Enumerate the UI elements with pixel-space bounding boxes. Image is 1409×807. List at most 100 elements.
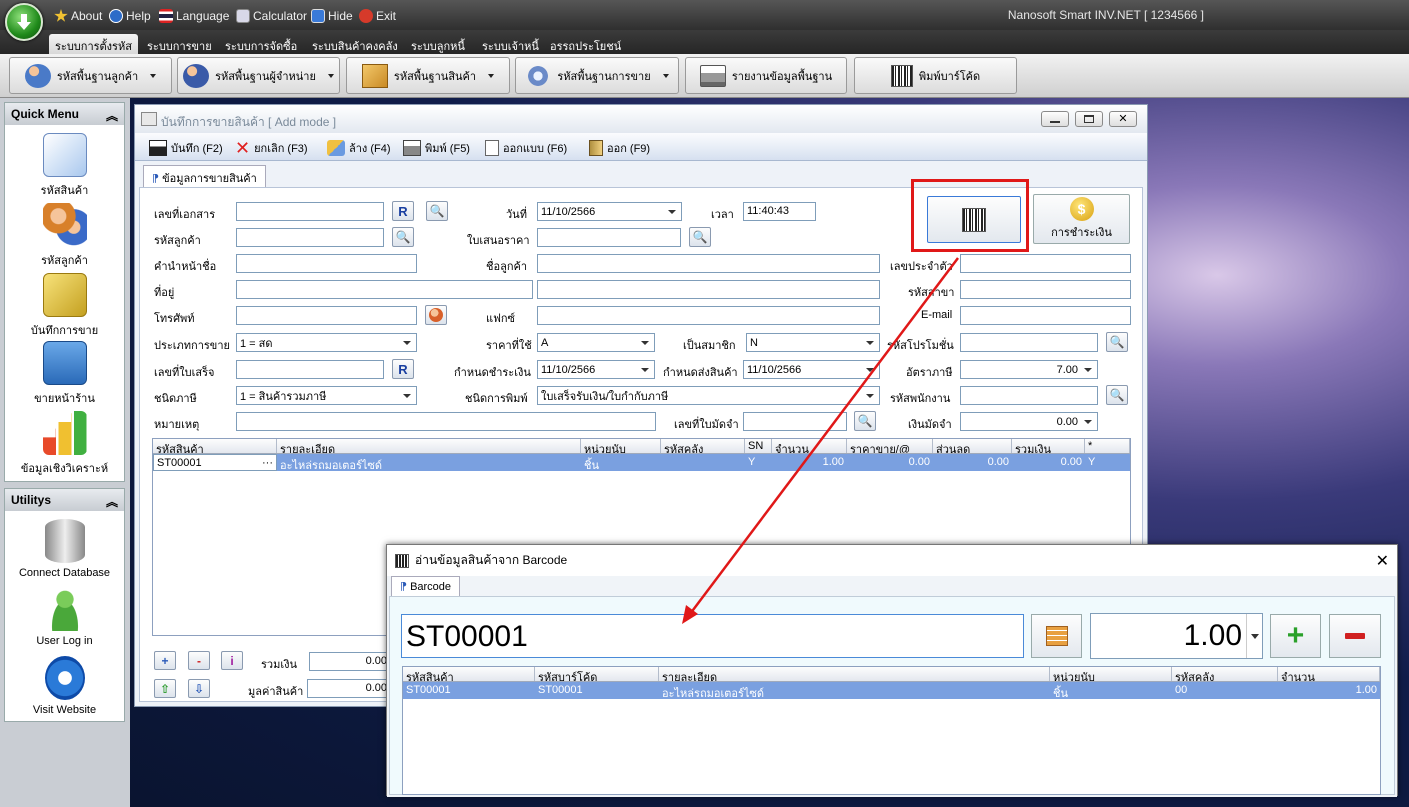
sidebar-item-customer-code[interactable]: รหัสลูกค้า <box>5 203 124 269</box>
grid-col-barcode[interactable]: รหัสบาร์โค้ด <box>535 667 659 681</box>
ribbon-supplier-codes[interactable]: รหัสพื้นฐานผู้จำหน่าย <box>177 57 340 94</box>
move-up-button[interactable]: ⇧ <box>154 679 176 698</box>
doc-no-search-button[interactable]: 🔍 <box>426 201 448 221</box>
help-button[interactable]: Help <box>109 7 151 25</box>
grid-col-product-code[interactable]: รหัสสินค้า <box>403 667 535 681</box>
branch-input[interactable] <box>960 280 1131 299</box>
minimize-button[interactable] <box>1041 111 1069 127</box>
utilities-header[interactable]: Utilitys ︽ <box>5 489 124 511</box>
tax-type-select[interactable]: 1 = สินค้ารวมภาษี <box>236 386 417 405</box>
menu-utilities[interactable]: อรรถประโยชน์ <box>544 34 627 54</box>
about-button[interactable]: About <box>54 7 102 25</box>
tax-id-input[interactable] <box>960 254 1131 273</box>
customer-name-input[interactable] <box>537 254 880 273</box>
menu-purchase[interactable]: ระบบการจัดซื้อ <box>219 34 303 54</box>
grid-col-product-code[interactable]: รหัสสินค้า <box>153 439 277 453</box>
address-input-1[interactable] <box>236 280 533 299</box>
member-select[interactable]: N <box>746 333 880 352</box>
grid-col-warehouse[interactable]: รหัสคลัง <box>1172 667 1278 681</box>
ribbon-product-codes[interactable]: รหัสพื้นฐานสินค้า <box>346 57 510 94</box>
date-picker[interactable]: 11/10/2566 <box>537 202 682 221</box>
deposit-no-input[interactable] <box>743 412 847 431</box>
deposit-search-button[interactable]: 🔍 <box>854 411 876 431</box>
sidebar-item-user-login[interactable]: User Log in <box>5 587 124 647</box>
note-input[interactable] <box>236 412 656 431</box>
qty-input[interactable]: 1.00 <box>1090 613 1263 659</box>
row-product-code-editor[interactable]: ST00001 ··· <box>153 454 277 471</box>
grid-col-qty[interactable]: จำนวน <box>1278 667 1380 681</box>
sidebar-item-connect-database[interactable]: Connect Database <box>5 519 124 579</box>
title-prefix-input[interactable] <box>236 254 417 273</box>
sidebar-item-sales-record[interactable]: บันทึกการขาย <box>5 273 124 339</box>
deposit-select[interactable]: 0.00 <box>960 412 1098 431</box>
barcode-input[interactable]: ST00001 <box>401 614 1024 658</box>
grid-col-unit[interactable]: หน่วยนับ <box>581 439 661 453</box>
clear-button[interactable]: ล้าง (F4) <box>327 139 391 157</box>
doc-no-r-button[interactable]: R <box>392 201 414 221</box>
time-input[interactable]: 11:40:43 <box>743 202 816 221</box>
exit-form-button[interactable]: ออก (F9) <box>589 139 650 157</box>
grid-col-star[interactable]: * <box>1085 439 1130 453</box>
print-type-select[interactable]: ใบเสร็จรับเงิน/ใบกำกับภาษี <box>537 386 880 405</box>
doc-no-input[interactable] <box>236 202 384 221</box>
payment-button[interactable]: $ การชำระเงิน <box>1033 194 1130 244</box>
grid-col-unit[interactable]: หน่วยนับ <box>1050 667 1172 681</box>
grid-col-discount[interactable]: ส่วนลด <box>933 439 1012 453</box>
language-button[interactable]: Language <box>159 7 229 25</box>
remove-row-button[interactable]: - <box>188 651 210 670</box>
menu-payable[interactable]: ระบบเจ้าหนี้ <box>476 34 545 54</box>
quotation-search-button[interactable]: 🔍 <box>689 227 711 247</box>
move-down-button[interactable]: ⇩ <box>188 679 210 698</box>
customer-search-button[interactable]: 🔍 <box>392 227 414 247</box>
price-used-select[interactable]: A <box>537 333 655 352</box>
maximize-button[interactable] <box>1075 111 1103 127</box>
hide-button[interactable]: Hide <box>311 7 353 25</box>
calculator-button[interactable]: Calculator <box>236 7 307 25</box>
chevron-down-icon[interactable] <box>1246 614 1262 658</box>
sidebar-item-analytics[interactable]: ข้อมูลเชิงวิเคราะห์ <box>5 411 124 477</box>
receipt-no-input[interactable] <box>236 360 384 379</box>
ribbon-sales-codes[interactable]: รหัสพื้นฐานการขาย <box>515 57 679 94</box>
grid-col-qty[interactable]: จำนวน <box>772 439 847 453</box>
qty-plus-button[interactable]: + <box>1270 614 1321 658</box>
promo-search-button[interactable]: 🔍 <box>1106 332 1128 352</box>
grid-col-total[interactable]: รวมเงิน <box>1012 439 1085 453</box>
app-menu-button[interactable] <box>5 3 43 41</box>
ribbon-basic-report[interactable]: รายงานข้อมูลพื้นฐาน <box>685 57 847 94</box>
table-row[interactable]: ST00001 ··· อะไหล่รถมอเตอร์ไซด์ ชิ้น Y 1.… <box>153 454 1130 471</box>
add-row-button[interactable]: + <box>154 651 176 670</box>
phone-input[interactable] <box>236 306 417 325</box>
grid-col-description[interactable]: รายละเอียด <box>659 667 1050 681</box>
menu-receivable[interactable]: ระบบลูกหนี้ <box>405 34 471 54</box>
ribbon-print-barcode[interactable]: พิมพ์บาร์โค้ด <box>854 57 1017 94</box>
print-button[interactable]: พิมพ์ (F5) <box>403 139 470 157</box>
close-button[interactable]: ✕ <box>1109 111 1137 127</box>
sidebar-item-product-code[interactable]: รหัสสินค้า <box>5 133 124 199</box>
save-button[interactable]: บันทึก (F2) <box>149 139 223 157</box>
sidebar-item-visit-website[interactable]: Visit Website <box>5 656 124 716</box>
address-input-2[interactable] <box>537 280 880 299</box>
promo-input[interactable] <box>960 333 1098 352</box>
cancel-button[interactable]: ✕ ยกเลิก (F3) <box>235 139 308 157</box>
fax-input[interactable] <box>537 306 880 325</box>
customer-code-input[interactable] <box>236 228 384 247</box>
close-icon[interactable]: ✕ <box>1376 551 1389 571</box>
exit-button[interactable]: Exit <box>359 7 396 25</box>
clear-grid-button[interactable] <box>1031 614 1082 658</box>
menu-code-system[interactable]: ระบบการตั้งรหัส <box>49 34 138 54</box>
employee-search-button[interactable]: 🔍 <box>1106 385 1128 405</box>
quick-menu-header[interactable]: Quick Menu ︽ <box>5 103 124 125</box>
table-row[interactable]: ST00001 ST00001 อะไหล่รถมอเตอร์ไซด์ ชิ้น… <box>403 682 1380 699</box>
ellipsis-icon[interactable]: ··· <box>262 457 273 469</box>
receipt-r-button[interactable]: R <box>392 359 414 379</box>
sale-type-select[interactable]: 1 = สด <box>236 333 417 352</box>
delivery-due-picker[interactable]: 11/10/2566 <box>743 360 880 379</box>
tax-rate-select[interactable]: 7.00 <box>960 360 1098 379</box>
menu-inventory[interactable]: ระบบสินค้าคงคลัง <box>306 34 404 54</box>
grid-col-sn[interactable]: SN <box>745 439 772 453</box>
design-button[interactable]: ออกแบบ (F6) <box>485 139 567 157</box>
info-row-button[interactable]: i <box>221 651 243 670</box>
grid-col-warehouse[interactable]: รหัสคลัง <box>661 439 745 453</box>
ribbon-customer-codes[interactable]: รหัสพื้นฐานลูกค้า <box>9 57 172 94</box>
pay-due-picker[interactable]: 11/10/2566 <box>537 360 655 379</box>
